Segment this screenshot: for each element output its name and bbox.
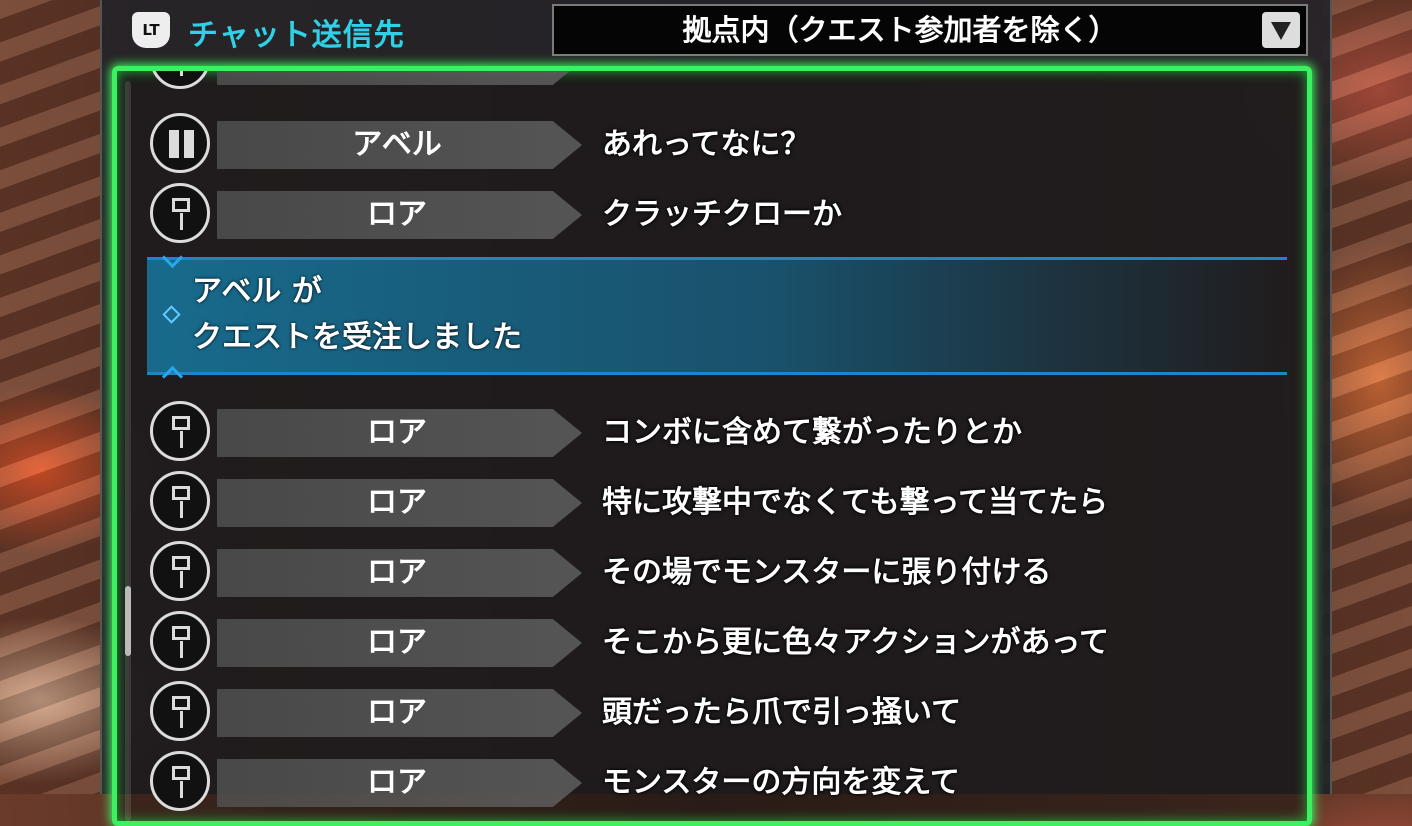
hammer-icon (150, 401, 210, 461)
chat-log[interactable]: アベル あれってなに？ ロア クラッチクローか アベル が クエストを受注しまし… (112, 66, 1312, 826)
background-scenery-right (1322, 0, 1412, 794)
sender-name: ロア (367, 555, 427, 590)
dual-blades-icon (150, 113, 210, 173)
chat-panel: LT チャット送信先 拠点内（クエスト参加者を除く） アベル あれってなに？ ロ… (100, 0, 1332, 826)
message-text: あれってなに？ (602, 127, 811, 162)
hammer-icon (150, 611, 210, 671)
sender-nameplate (217, 71, 582, 85)
sender-name: ロア (367, 765, 427, 800)
chat-header: LT チャット送信先 拠点内（クエスト参加者を除く） (102, 0, 1330, 64)
message-text: コンボに含めて繋がったりとか (602, 415, 1022, 450)
chat-target-label: チャット送信先 (188, 18, 405, 53)
scroll-thumb[interactable] (125, 586, 131, 656)
hammer-icon (150, 681, 210, 741)
hammer-icon (150, 183, 210, 243)
diamond-icon (162, 305, 181, 324)
chevron-up-icon (161, 246, 184, 269)
message-text: そこから更に色々アクションがあって (602, 625, 1109, 660)
message-text: クラッチクローか (602, 197, 842, 232)
chevron-down-icon (161, 365, 184, 388)
message-text: その場でモンスターに張り付ける (602, 555, 1052, 590)
notice-line-1: アベル が (192, 274, 322, 309)
lt-button-icon: LT (132, 12, 170, 48)
sender-name: ロア (367, 415, 427, 450)
notice-line-2: クエストを受注しました (192, 320, 522, 355)
hammer-icon (150, 471, 210, 531)
sender-name: ロア (367, 625, 427, 660)
chat-target-select[interactable]: 拠点内（クエスト参加者を除く） (552, 4, 1308, 56)
background-scenery-left (0, 0, 105, 794)
dropdown-arrow-icon[interactable] (1262, 12, 1300, 48)
sender-name: ロア (367, 197, 427, 232)
message-text: 特に攻撃中でなくても撃って当てたら (602, 485, 1109, 520)
sender-name: ロア (367, 695, 427, 730)
sender-name: ロア (367, 485, 427, 520)
message-text: モンスターの方向を変えて (602, 765, 960, 800)
hammer-icon (150, 541, 210, 601)
sender-name: アベル (352, 127, 442, 162)
chat-target-value: 拠点内（クエスト参加者を除く） (682, 13, 1118, 47)
system-notice: アベル が クエストを受注しました (147, 246, 1287, 388)
hammer-icon (150, 71, 210, 89)
message-text: 頭だったら爪で引っ掻いて (602, 695, 962, 730)
scrollbar[interactable] (125, 81, 131, 821)
hammer-icon (150, 751, 210, 811)
